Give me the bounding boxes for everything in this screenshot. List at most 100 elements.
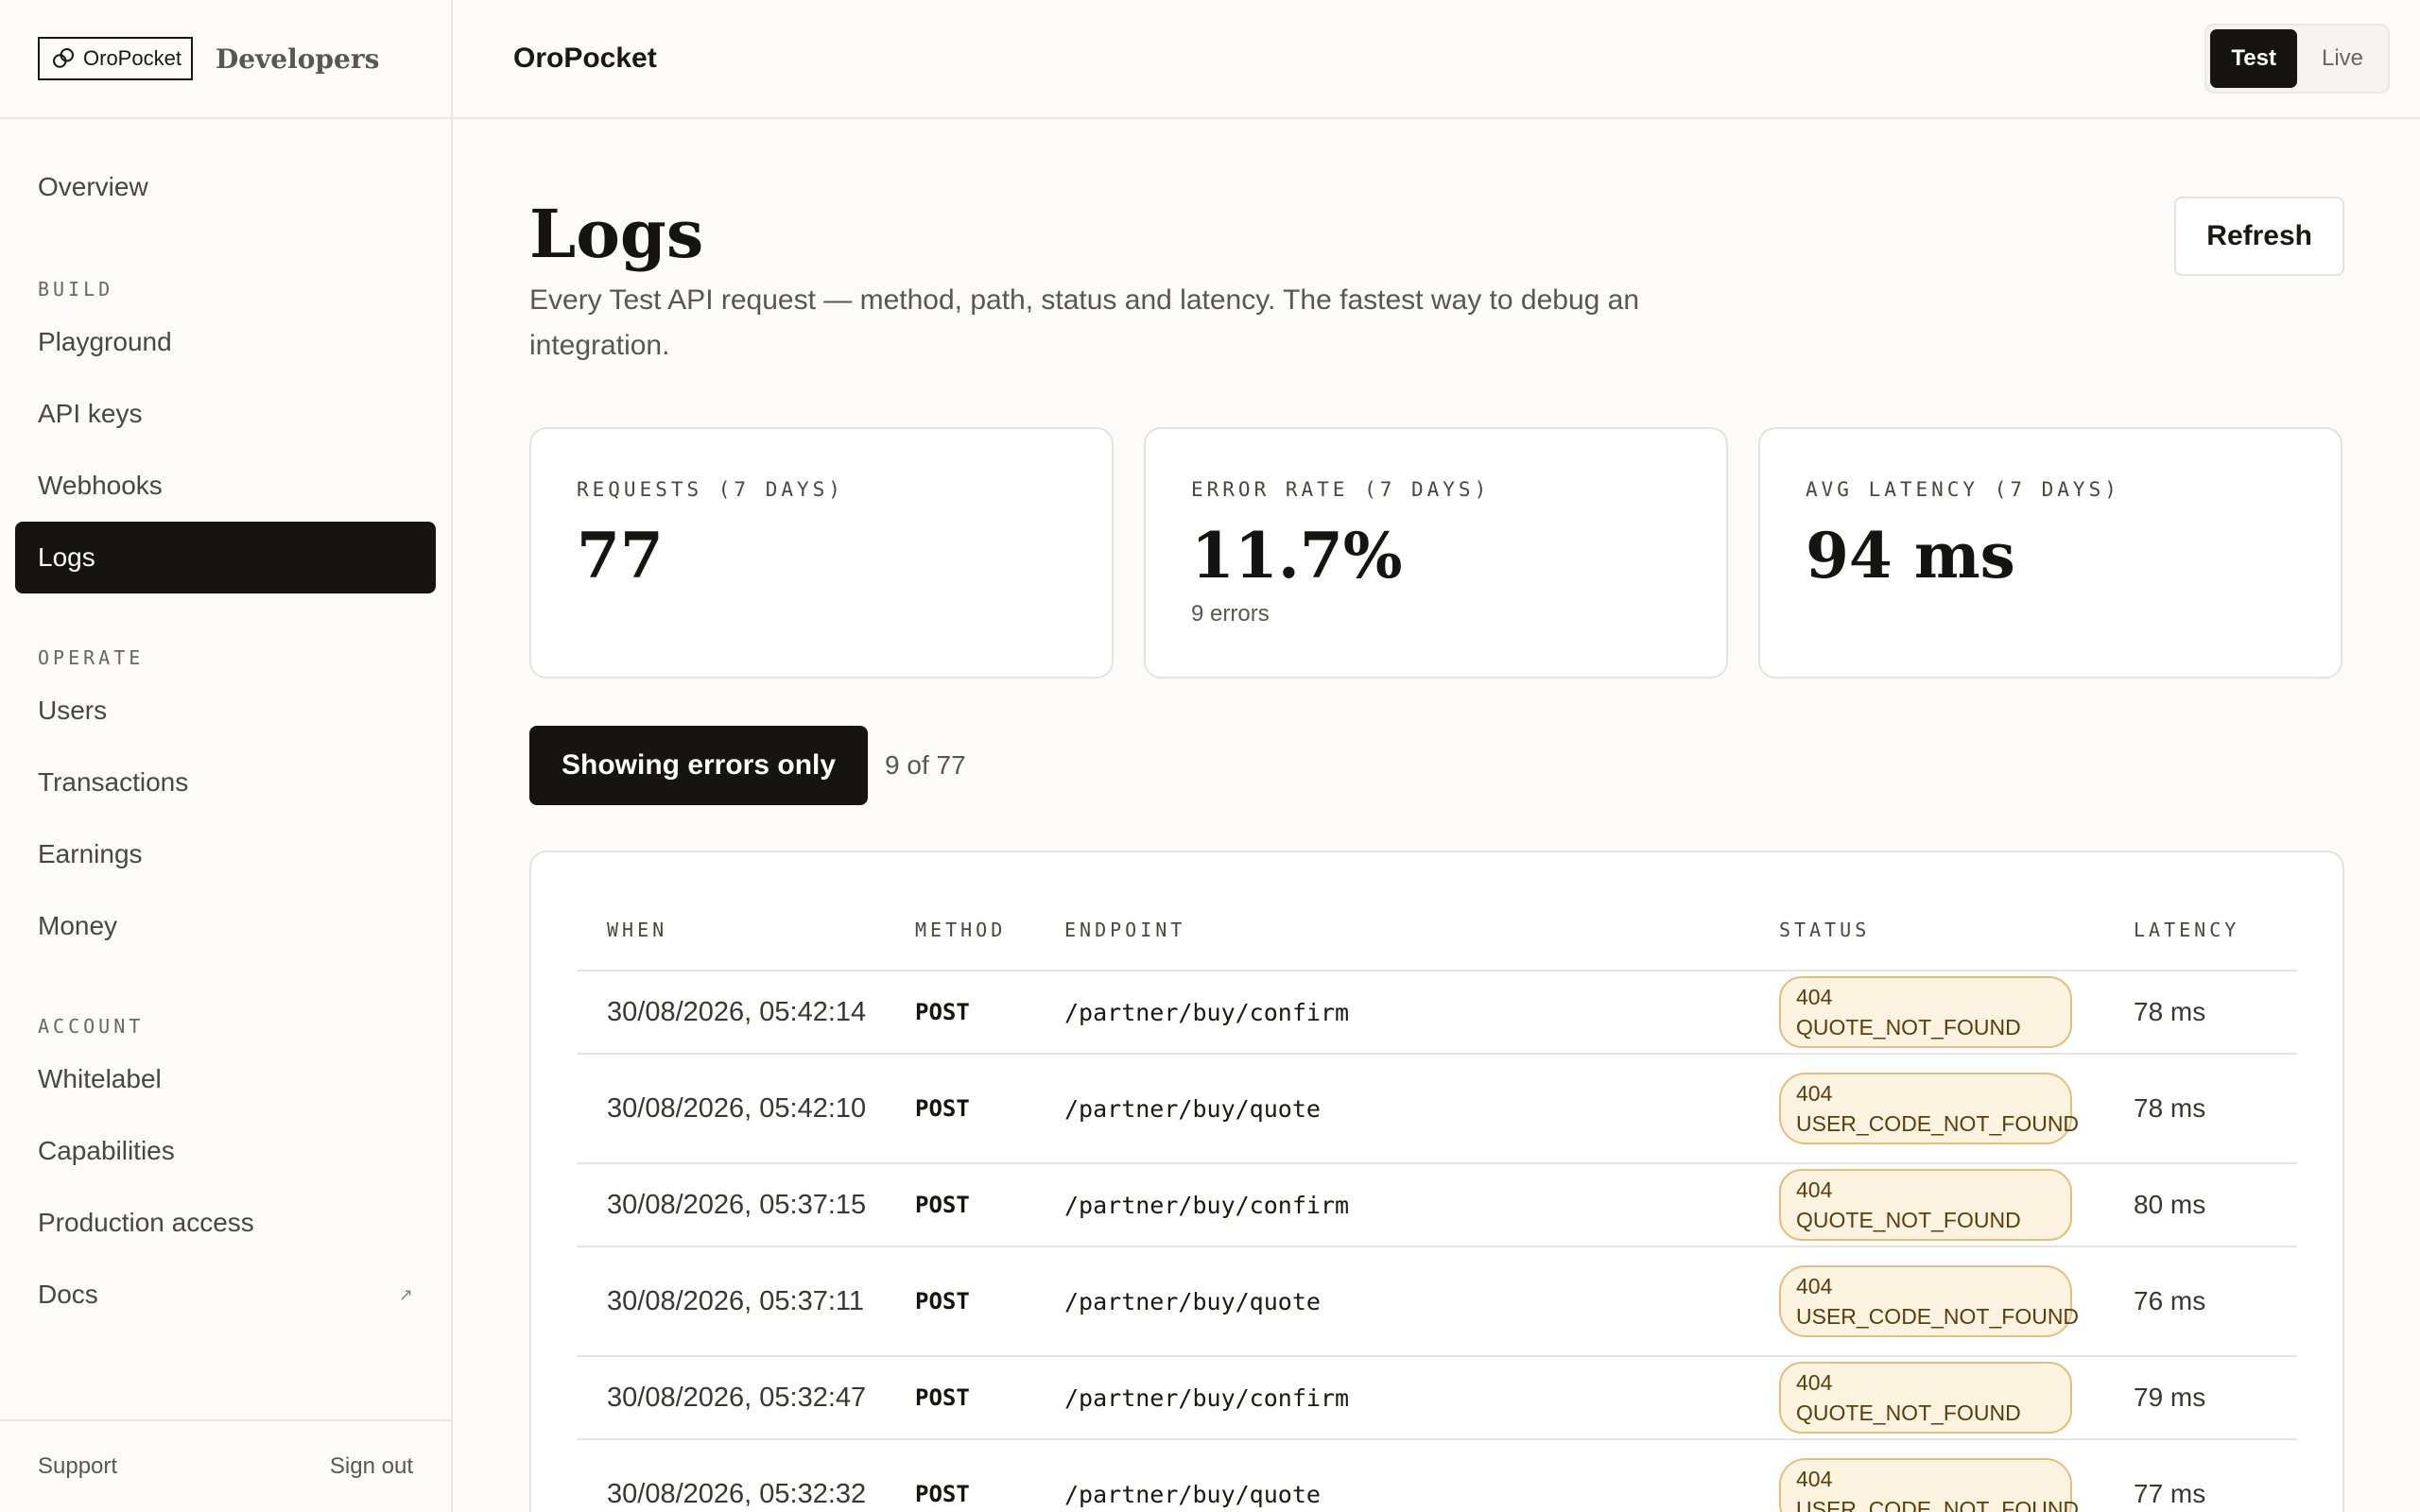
logs-table: WHEN METHOD ENDPOINT STATUS LATENCY 30/0… bbox=[529, 850, 2344, 1512]
cell-latency: 76 ms bbox=[2134, 1286, 2206, 1315]
page-title: Logs bbox=[529, 195, 704, 273]
status-badge: 404 QUOTE_NOT_FOUND bbox=[1779, 1169, 2072, 1241]
sidebar-item-api-keys[interactable]: API keys bbox=[15, 378, 436, 450]
sidebar-item-production-access[interactable]: Production access bbox=[15, 1187, 436, 1259]
sidebar-footer: Support Sign out bbox=[0, 1419, 451, 1512]
cell-endpoint: /partner/buy/confirm bbox=[1064, 998, 1350, 1026]
cell-method: POST bbox=[915, 1288, 970, 1314]
stat-label: AVG LATENCY (7 DAYS) bbox=[1806, 478, 2120, 501]
cell-when: 30/08/2026, 05:42:10 bbox=[607, 1092, 867, 1124]
table-row[interactable]: 30/08/2026, 05:37:15 POST /partner/buy/c… bbox=[577, 1164, 2297, 1247]
stat-value: 11.7% bbox=[1191, 519, 1403, 593]
status-badge: 404 USER_CODE_NOT_FOUND bbox=[1779, 1265, 2079, 1337]
sidebar-item-label: Playground bbox=[38, 327, 172, 356]
env-live-button[interactable]: Live bbox=[2301, 29, 2384, 88]
refresh-button[interactable]: Refresh bbox=[2174, 197, 2344, 276]
stat-card-latency: AVG LATENCY (7 DAYS) 94 ms bbox=[1758, 427, 2342, 679]
stat-label: ERROR RATE (7 DAYS) bbox=[1191, 478, 1491, 501]
developers-label: Developers bbox=[215, 43, 380, 75]
cell-method: POST bbox=[915, 1481, 970, 1507]
cell-latency: 77 ms bbox=[2134, 1479, 2206, 1508]
cell-method: POST bbox=[915, 999, 970, 1025]
col-when-header[interactable]: WHEN bbox=[577, 919, 915, 941]
sidebar-item-label: Production access bbox=[38, 1208, 254, 1237]
stat-label: REQUESTS (7 DAYS) bbox=[577, 478, 844, 501]
brand-header: OroPocket Developers bbox=[0, 0, 451, 119]
stat-card-error-rate: ERROR RATE (7 DAYS) 11.7% 9 errors bbox=[1144, 427, 1728, 679]
sidebar-item-label: Users bbox=[38, 696, 108, 725]
main-content: Logs Every Test API request — method, pa… bbox=[529, 119, 2344, 1512]
sidebar-item-label: Whitelabel bbox=[38, 1064, 162, 1093]
status-badge: 404 USER_CODE_NOT_FOUND bbox=[1779, 1458, 2079, 1512]
env-test-button[interactable]: Test bbox=[2210, 29, 2297, 88]
sidebar-item-money[interactable]: Money bbox=[15, 890, 436, 962]
sidebar-item-label: Logs bbox=[38, 542, 95, 572]
table-row[interactable]: 30/08/2026, 05:37:11 POST /partner/buy/q… bbox=[577, 1247, 2297, 1357]
table-row[interactable]: 30/08/2026, 05:42:10 POST /partner/buy/q… bbox=[577, 1055, 2297, 1164]
sidebar-item-label: Earnings bbox=[38, 839, 143, 868]
sidebar-item-transactions[interactable]: Transactions bbox=[15, 747, 436, 818]
stats-row: REQUESTS (7 DAYS) 77 ERROR RATE (7 DAYS)… bbox=[529, 427, 2342, 679]
cell-latency: 78 ms bbox=[2134, 1093, 2206, 1123]
oropocket-logo[interactable]: OroPocket bbox=[38, 37, 193, 80]
page-description: Every Test API request — method, path, s… bbox=[529, 284, 1640, 361]
sign-out-link[interactable]: Sign out bbox=[330, 1453, 413, 1480]
section-account: ACCOUNT bbox=[38, 1015, 145, 1038]
sidebar-item-overview[interactable]: Overview bbox=[15, 151, 436, 223]
sidebar-nav: Overview BUILD Playground API keys Webho… bbox=[0, 119, 451, 1331]
filter-row: Showing errors only 9 of 77 bbox=[529, 726, 966, 805]
table-row[interactable]: 30/08/2026, 05:42:14 POST /partner/buy/c… bbox=[577, 971, 2297, 1055]
environment-toggle: Test Live bbox=[2204, 24, 2390, 94]
stat-subtext: 9 errors bbox=[1191, 601, 1270, 627]
sidebar-item-users[interactable]: Users bbox=[15, 675, 436, 747]
sidebar-item-capabilities[interactable]: Capabilities bbox=[15, 1115, 436, 1187]
cell-latency: 79 ms bbox=[2134, 1383, 2206, 1412]
cell-method: POST bbox=[915, 1192, 970, 1218]
page-header: Logs Every Test API request — method, pa… bbox=[529, 119, 2344, 1512]
cell-latency: 78 ms bbox=[2134, 997, 2206, 1026]
sidebar-item-label: Overview bbox=[38, 172, 148, 201]
sidebar-item-label: Docs bbox=[38, 1280, 98, 1309]
col-status-header[interactable]: STATUS bbox=[1779, 919, 2134, 941]
table-row[interactable]: 30/08/2026, 05:32:47 POST /partner/buy/c… bbox=[577, 1357, 2297, 1440]
sidebar-item-playground[interactable]: Playground bbox=[15, 306, 436, 378]
status-badge: 404 QUOTE_NOT_FOUND bbox=[1779, 976, 2072, 1048]
sidebar-item-logs[interactable]: Logs bbox=[15, 522, 436, 593]
cell-endpoint: /partner/buy/confirm bbox=[1064, 1191, 1350, 1219]
col-latency-header[interactable]: LATENCY bbox=[2134, 919, 2294, 941]
status-badge: 404 USER_CODE_NOT_FOUND bbox=[1779, 1073, 2079, 1144]
cell-latency: 80 ms bbox=[2134, 1190, 2206, 1219]
sidebar-item-label: API keys bbox=[38, 399, 143, 428]
sidebar-item-label: Capabilities bbox=[38, 1136, 175, 1165]
cell-endpoint: /partner/buy/quote bbox=[1064, 1287, 1321, 1315]
sidebar-item-docs[interactable]: Docs ↗ bbox=[15, 1259, 436, 1331]
sidebar-item-webhooks[interactable]: Webhooks bbox=[15, 450, 436, 522]
app-title: OroPocket bbox=[513, 43, 657, 74]
cell-when: 30/08/2026, 05:37:11 bbox=[607, 1285, 864, 1316]
col-endpoint-header[interactable]: ENDPOINT bbox=[1064, 919, 1779, 941]
section-build: BUILD bbox=[38, 278, 114, 301]
section-operate: OPERATE bbox=[38, 646, 145, 669]
sidebar-item-earnings[interactable]: Earnings bbox=[15, 818, 436, 890]
top-bar: OroPocket Test Live bbox=[453, 0, 2420, 119]
cell-when: 30/08/2026, 05:32:32 bbox=[607, 1478, 867, 1509]
sidebar-item-whitelabel[interactable]: Whitelabel bbox=[15, 1043, 436, 1115]
support-link[interactable]: Support bbox=[38, 1453, 117, 1480]
cell-when: 30/08/2026, 05:32:47 bbox=[607, 1382, 867, 1413]
sidebar-item-label: Money bbox=[38, 911, 118, 940]
external-link-icon: ↗ bbox=[398, 1284, 413, 1304]
sidebar-item-label: Transactions bbox=[38, 767, 189, 797]
filter-count: 9 of 77 bbox=[885, 750, 966, 780]
table-row[interactable]: 30/08/2026, 05:32:32 POST /partner/buy/q… bbox=[577, 1440, 2297, 1512]
logo-text: OroPocket bbox=[83, 46, 182, 70]
stat-value: 77 bbox=[577, 519, 664, 593]
cell-endpoint: /partner/buy/quote bbox=[1064, 1094, 1321, 1123]
col-method-header[interactable]: METHOD bbox=[915, 919, 1064, 941]
table-header: WHEN METHOD ENDPOINT STATUS LATENCY bbox=[577, 919, 2297, 971]
cell-endpoint: /partner/buy/confirm bbox=[1064, 1383, 1350, 1412]
link-logo-icon bbox=[53, 48, 74, 68]
cell-when: 30/08/2026, 05:42:14 bbox=[607, 996, 867, 1027]
cell-method: POST bbox=[915, 1384, 970, 1411]
errors-only-filter-button[interactable]: Showing errors only bbox=[529, 726, 869, 805]
stat-value: 94 ms bbox=[1806, 519, 2015, 593]
